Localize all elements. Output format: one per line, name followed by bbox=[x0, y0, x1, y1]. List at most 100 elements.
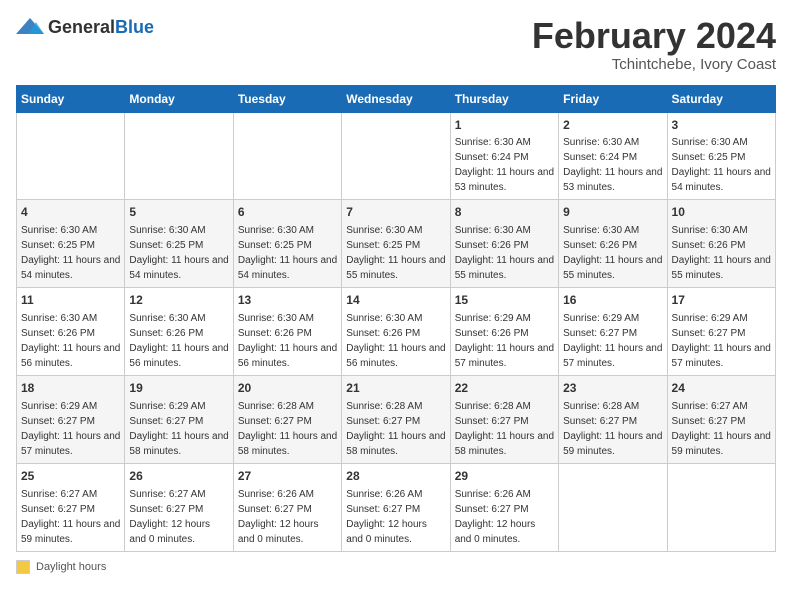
calendar-cell: 22 Sunrise: 6:28 AM Sunset: 6:27 PM Dayli… bbox=[450, 375, 558, 463]
day-info: Sunrise: 6:30 AM Sunset: 6:25 PM Dayligh… bbox=[238, 225, 337, 281]
calendar-week-row: 25 Sunrise: 6:27 AM Sunset: 6:27 PM Dayli… bbox=[17, 463, 776, 551]
calendar-cell bbox=[17, 112, 125, 200]
day-number: 16 bbox=[563, 292, 662, 309]
calendar-header-row: SundayMondayTuesdayWednesdayThursdayFrid… bbox=[17, 85, 776, 112]
day-info: Sunrise: 6:26 AM Sunset: 6:27 PM Dayligh… bbox=[238, 489, 319, 545]
header: GeneralBlue February 2024 Tchintchebe, I… bbox=[16, 16, 776, 73]
calendar-cell: 21 Sunrise: 6:28 AM Sunset: 6:27 PM Dayli… bbox=[342, 375, 450, 463]
day-number: 2 bbox=[563, 117, 662, 134]
calendar-table: SundayMondayTuesdayWednesdayThursdayFrid… bbox=[16, 85, 776, 552]
logo-icon bbox=[16, 16, 44, 38]
day-number: 9 bbox=[563, 204, 662, 221]
day-number: 11 bbox=[21, 292, 120, 309]
day-number: 23 bbox=[563, 380, 662, 397]
day-number: 28 bbox=[346, 468, 445, 485]
day-info: Sunrise: 6:28 AM Sunset: 6:27 PM Dayligh… bbox=[563, 401, 662, 457]
calendar-cell bbox=[667, 463, 775, 551]
day-info: Sunrise: 6:30 AM Sunset: 6:25 PM Dayligh… bbox=[21, 225, 120, 281]
day-info: Sunrise: 6:26 AM Sunset: 6:27 PM Dayligh… bbox=[346, 489, 427, 545]
day-info: Sunrise: 6:29 AM Sunset: 6:26 PM Dayligh… bbox=[455, 313, 554, 369]
day-info: Sunrise: 6:30 AM Sunset: 6:24 PM Dayligh… bbox=[455, 137, 554, 193]
day-info: Sunrise: 6:30 AM Sunset: 6:25 PM Dayligh… bbox=[346, 225, 445, 281]
day-info: Sunrise: 6:26 AM Sunset: 6:27 PM Dayligh… bbox=[455, 489, 536, 545]
calendar-week-row: 18 Sunrise: 6:29 AM Sunset: 6:27 PM Dayli… bbox=[17, 375, 776, 463]
logo-general: General bbox=[48, 17, 115, 37]
day-info: Sunrise: 6:27 AM Sunset: 6:27 PM Dayligh… bbox=[672, 401, 771, 457]
day-number: 13 bbox=[238, 292, 337, 309]
calendar-cell: 9Sunrise: 6:30 AM Sunset: 6:26 PM Daylig… bbox=[559, 200, 667, 288]
calendar-cell: 23 Sunrise: 6:28 AM Sunset: 6:27 PM Dayli… bbox=[559, 375, 667, 463]
calendar-cell: 12Sunrise: 6:30 AM Sunset: 6:26 PM Dayli… bbox=[125, 288, 233, 376]
calendar-cell: 2 Sunrise: 6:30 AM Sunset: 6:24 PM Daylig… bbox=[559, 112, 667, 200]
day-number: 12 bbox=[129, 292, 228, 309]
calendar-cell: 13 Sunrise: 6:30 AM Sunset: 6:26 PM Dayli… bbox=[233, 288, 341, 376]
day-number: 10 bbox=[672, 204, 771, 221]
day-number: 26 bbox=[129, 468, 228, 485]
day-number: 27 bbox=[238, 468, 337, 485]
day-info: Sunrise: 6:28 AM Sunset: 6:27 PM Dayligh… bbox=[238, 401, 337, 457]
day-info: Sunrise: 6:30 AM Sunset: 6:26 PM Dayligh… bbox=[455, 225, 554, 281]
calendar-cell: 15 Sunrise: 6:29 AM Sunset: 6:26 PM Dayli… bbox=[450, 288, 558, 376]
day-info: Sunrise: 6:30 AM Sunset: 6:25 PM Dayligh… bbox=[129, 225, 228, 281]
calendar-cell: 14Sunrise: 6:30 AM Sunset: 6:26 PM Dayli… bbox=[342, 288, 450, 376]
calendar-cell: 18Sunrise: 6:29 AM Sunset: 6:27 PM Dayli… bbox=[17, 375, 125, 463]
calendar-cell: 8 Sunrise: 6:30 AM Sunset: 6:26 PM Daylig… bbox=[450, 200, 558, 288]
calendar-header-saturday: Saturday bbox=[667, 85, 775, 112]
calendar-cell: 16Sunrise: 6:29 AM Sunset: 6:27 PM Dayli… bbox=[559, 288, 667, 376]
day-info: Sunrise: 6:30 AM Sunset: 6:24 PM Dayligh… bbox=[563, 137, 662, 193]
calendar-header-thursday: Thursday bbox=[450, 85, 558, 112]
calendar-header-sunday: Sunday bbox=[17, 85, 125, 112]
calendar-header-wednesday: Wednesday bbox=[342, 85, 450, 112]
calendar-cell: 6 Sunrise: 6:30 AM Sunset: 6:25 PM Daylig… bbox=[233, 200, 341, 288]
calendar-cell: 19 Sunrise: 6:29 AM Sunset: 6:27 PM Dayli… bbox=[125, 375, 233, 463]
day-info: Sunrise: 6:29 AM Sunset: 6:27 PM Dayligh… bbox=[129, 401, 228, 457]
day-number: 25 bbox=[21, 468, 120, 485]
day-number: 15 bbox=[455, 292, 554, 309]
calendar-cell: 17 Sunrise: 6:29 AM Sunset: 6:27 PM Dayli… bbox=[667, 288, 775, 376]
day-number: 3 bbox=[672, 117, 771, 134]
subtitle: Tchintchebe, Ivory Coast bbox=[532, 56, 776, 73]
day-info: Sunrise: 6:30 AM Sunset: 6:26 PM Dayligh… bbox=[672, 225, 771, 281]
calendar-week-row: 4 Sunrise: 6:30 AM Sunset: 6:25 PM Daylig… bbox=[17, 200, 776, 288]
day-number: 20 bbox=[238, 380, 337, 397]
calendar-cell: 27 Sunrise: 6:26 AM Sunset: 6:27 PM Dayli… bbox=[233, 463, 341, 551]
daylight-icon bbox=[16, 560, 30, 574]
day-number: 24 bbox=[672, 380, 771, 397]
day-number: 21 bbox=[346, 380, 445, 397]
calendar-header-friday: Friday bbox=[559, 85, 667, 112]
day-number: 14 bbox=[346, 292, 445, 309]
logo-blue: Blue bbox=[115, 17, 154, 37]
calendar-cell: 11Sunrise: 6:30 AM Sunset: 6:26 PM Dayli… bbox=[17, 288, 125, 376]
calendar-cell bbox=[559, 463, 667, 551]
day-info: Sunrise: 6:28 AM Sunset: 6:27 PM Dayligh… bbox=[455, 401, 554, 457]
day-number: 7 bbox=[346, 204, 445, 221]
day-number: 18 bbox=[21, 380, 120, 397]
day-number: 22 bbox=[455, 380, 554, 397]
day-info: Sunrise: 6:30 AM Sunset: 6:25 PM Dayligh… bbox=[672, 137, 771, 193]
day-info: Sunrise: 6:27 AM Sunset: 6:27 PM Dayligh… bbox=[21, 489, 120, 545]
logo-text: GeneralBlue bbox=[48, 17, 154, 38]
calendar-header-tuesday: Tuesday bbox=[233, 85, 341, 112]
day-number: 19 bbox=[129, 380, 228, 397]
daylight-label: Daylight hours bbox=[36, 561, 106, 573]
footer: Daylight hours bbox=[16, 560, 776, 574]
calendar-week-row: 1 Sunrise: 6:30 AM Sunset: 6:24 PM Daylig… bbox=[17, 112, 776, 200]
day-info: Sunrise: 6:30 AM Sunset: 6:26 PM Dayligh… bbox=[238, 313, 337, 369]
logo: GeneralBlue bbox=[16, 16, 154, 38]
day-number: 6 bbox=[238, 204, 337, 221]
day-number: 17 bbox=[672, 292, 771, 309]
calendar-cell: 26Sunrise: 6:27 AM Sunset: 6:27 PM Dayli… bbox=[125, 463, 233, 551]
calendar-cell: 1 Sunrise: 6:30 AM Sunset: 6:24 PM Daylig… bbox=[450, 112, 558, 200]
calendar-cell: 10 Sunrise: 6:30 AM Sunset: 6:26 PM Dayli… bbox=[667, 200, 775, 288]
day-info: Sunrise: 6:29 AM Sunset: 6:27 PM Dayligh… bbox=[672, 313, 771, 369]
day-number: 8 bbox=[455, 204, 554, 221]
day-number: 1 bbox=[455, 117, 554, 134]
day-number: 4 bbox=[21, 204, 120, 221]
calendar-cell bbox=[233, 112, 341, 200]
calendar-cell: 24 Sunrise: 6:27 AM Sunset: 6:27 PM Dayli… bbox=[667, 375, 775, 463]
calendar-cell: 25 Sunrise: 6:27 AM Sunset: 6:27 PM Dayli… bbox=[17, 463, 125, 551]
calendar-cell: 7 Sunrise: 6:30 AM Sunset: 6:25 PM Daylig… bbox=[342, 200, 450, 288]
day-info: Sunrise: 6:28 AM Sunset: 6:27 PM Dayligh… bbox=[346, 401, 445, 457]
calendar-cell: 29Sunrise: 6:26 AM Sunset: 6:27 PM Dayli… bbox=[450, 463, 558, 551]
calendar-cell: 28 Sunrise: 6:26 AM Sunset: 6:27 PM Dayli… bbox=[342, 463, 450, 551]
